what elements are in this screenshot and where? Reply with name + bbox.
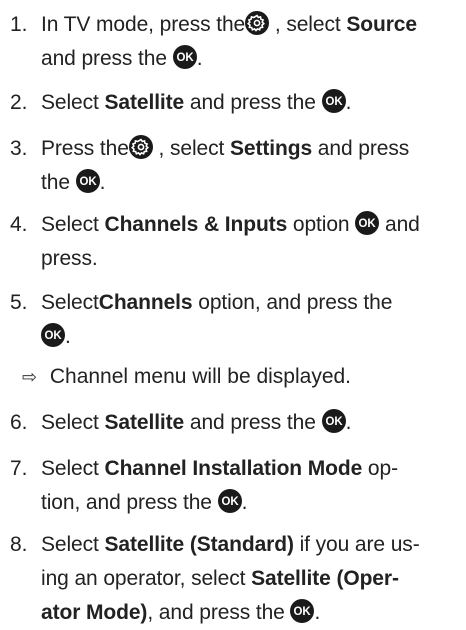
step-text: .: [241, 491, 248, 514]
step-text: and press the: [184, 411, 322, 434]
step-text: Select: [41, 533, 105, 556]
step-text: , and press the: [147, 601, 291, 624]
step-3: 3. Press the , select Settings and press…: [10, 132, 462, 200]
step-result: ⇨ Channel menu will be displayed.: [22, 360, 351, 394]
step-8: 8. Select Satellite (Standard) if you ar…: [10, 528, 462, 630]
step-bold-text: Settings: [230, 137, 313, 160]
step-text: the: [41, 171, 76, 194]
step-5: 5. SelectChannels option, and press the …: [10, 286, 462, 354]
step-bold-text: Channels & Inputs: [104, 213, 288, 236]
step-number: 5.: [10, 291, 28, 314]
step-text: In TV mode, press the: [41, 13, 246, 36]
step-number: 1.: [10, 13, 28, 36]
step-bold-text: Satellite: [104, 91, 185, 114]
step-text: option: [287, 213, 356, 236]
step-4: 4. Select Channels & Inputs option and p…: [10, 208, 462, 276]
step-number: 3.: [10, 137, 28, 160]
step-7: 7. Select Channel Installation Mode op- …: [10, 452, 462, 520]
step-text: option, and press the: [192, 291, 393, 314]
instruction-document: 1. In TV mode, press the , select Source…: [0, 0, 466, 627]
step-bold-text: Satellite (Standard): [104, 533, 294, 556]
step-text: .: [99, 171, 106, 194]
step-6: 6. Select Satellite and press the .: [10, 406, 462, 440]
step-bold-text: Channels: [98, 291, 193, 314]
step-1: 1. In TV mode, press the , select Source…: [10, 8, 462, 76]
step-text: .: [345, 91, 352, 114]
step-text: Select: [41, 291, 99, 314]
step-text: and press: [312, 137, 410, 160]
step-text: , select: [269, 13, 347, 36]
step-text: .: [345, 411, 352, 434]
step-bold-text: Source: [346, 13, 417, 36]
result-text: Channel menu will be displayed.: [49, 365, 352, 388]
ok-button-icon: [290, 599, 314, 623]
step-number: 2.: [10, 91, 28, 114]
step-bold-text: Satellite: [104, 411, 185, 434]
step-text: .: [314, 601, 321, 624]
step-text: ing an operator, select: [41, 567, 252, 590]
ok-button-icon: [218, 489, 242, 513]
step-number: 7.: [10, 457, 28, 480]
settings-icon: [129, 135, 153, 159]
step-text: and: [379, 213, 420, 236]
step-text: Select: [41, 213, 105, 236]
step-text: Select: [41, 91, 105, 114]
step-text: and press the: [184, 91, 322, 114]
step-text: .: [65, 325, 71, 348]
step-text: .: [196, 47, 203, 70]
step-text: , select: [152, 137, 231, 160]
step-text: Select: [41, 411, 105, 434]
step-bold-text: Channel Installation Mode: [104, 457, 363, 480]
step-2: 2. Select Satellite and press the .: [10, 86, 462, 120]
step-text: press.: [41, 247, 98, 270]
ok-button-icon: [173, 45, 197, 69]
step-text: Select: [41, 457, 105, 480]
step-number: 8.: [10, 533, 28, 556]
step-text: tion, and press the: [41, 491, 218, 514]
step-bold-text: Satellite (Oper-: [251, 567, 399, 590]
step-text: op-: [362, 457, 398, 480]
step-text: Press the: [41, 137, 129, 160]
ok-button-icon: [355, 211, 379, 235]
ok-button-icon: [322, 89, 346, 113]
settings-icon: [245, 11, 269, 35]
step-bold-text: ator Mode): [41, 601, 148, 624]
ok-button-icon: [322, 409, 346, 433]
ok-button-icon: [76, 169, 100, 193]
step-text: if you are us-: [293, 533, 420, 556]
arrow-right-icon: ⇨: [22, 367, 38, 387]
step-number: 4.: [10, 213, 28, 236]
ok-button-icon: [41, 323, 65, 347]
step-number: 6.: [10, 411, 28, 434]
step-text: and press the: [41, 47, 173, 70]
